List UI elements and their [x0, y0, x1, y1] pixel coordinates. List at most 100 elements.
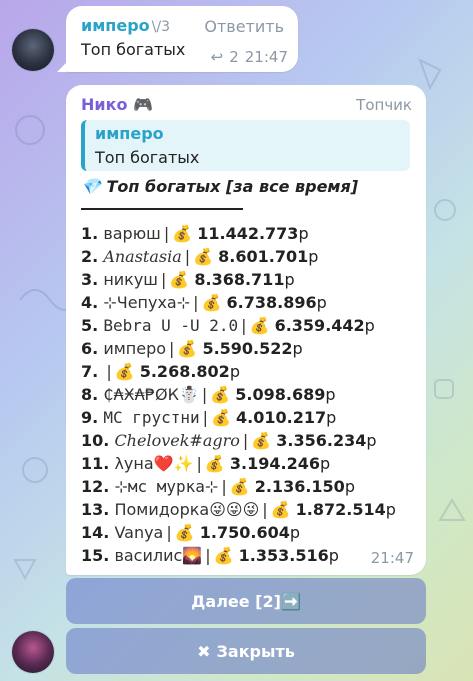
- balance-amount: 1.353.516: [238, 546, 329, 565]
- sender-name[interactable]: Нико 🎮: [81, 95, 153, 114]
- player-name: Помидорка😜😜😜: [114, 500, 260, 519]
- money-bag-icon: 💰: [177, 339, 198, 358]
- balance-amount: 8.368.711: [194, 270, 285, 289]
- reply-quote[interactable]: имперо Топ богатых: [81, 120, 410, 171]
- separator: |: [184, 247, 191, 266]
- balance-amount: 6.738.896: [226, 293, 317, 312]
- player-name: Chelovek#agro: [114, 431, 240, 450]
- balance-amount: 4.010.217: [236, 408, 327, 427]
- message-time: 21:47: [244, 48, 288, 66]
- separator: |: [166, 523, 172, 542]
- separator: |: [241, 316, 247, 335]
- money-bag-icon: 💰: [249, 316, 270, 335]
- separator: |: [221, 477, 227, 496]
- leaderboard-row: 10. Chelovek#agro | 💰 3.356.234р: [81, 429, 396, 452]
- separator: |: [106, 362, 112, 381]
- separator: |: [193, 293, 199, 312]
- rank-number: 5.: [81, 316, 99, 335]
- currency-symbol: р: [292, 339, 303, 358]
- separator: |: [163, 224, 170, 243]
- close-button[interactable]: ✖ Закрыть: [66, 628, 426, 674]
- rank-number: 11.: [81, 454, 110, 473]
- rank-number: 9.: [81, 408, 99, 427]
- next-page-button[interactable]: Далее [2]➡️: [66, 578, 426, 624]
- rank-number: 7.: [81, 362, 99, 381]
- currency-symbol: р: [326, 408, 337, 427]
- currency-symbol: р: [325, 385, 336, 404]
- player-name: Vanya: [114, 523, 164, 542]
- rank-number: 10.: [81, 431, 110, 450]
- bot-message-bubble[interactable]: Нико 🎮 Топчик имперо Топ богатых 💎 Топ б…: [66, 85, 426, 575]
- leaderboard-row: 15. василис🌄 | 💰 1.353.516р: [81, 544, 396, 567]
- close-icon: ✖: [197, 641, 211, 661]
- currency-symbol: р: [364, 316, 375, 335]
- divider: [81, 208, 243, 210]
- leaderboard-list: 1. варюш | 💰 11.442.773р 2. Anastasia | 💰 8.6…: [81, 222, 396, 567]
- money-bag-icon: 💰: [270, 500, 291, 519]
- player-name: Bebra U -U 2.0: [103, 316, 239, 335]
- player-name: λуна❤️✨: [114, 454, 194, 473]
- balance-amount: 3.356.234: [276, 431, 367, 450]
- reply-count: 2: [229, 48, 239, 66]
- money-bag-icon: 💰: [114, 362, 135, 381]
- balance-amount: 5.590.522: [202, 339, 293, 358]
- rank-number: 13.: [81, 500, 110, 519]
- money-bag-icon: 💰: [193, 247, 214, 266]
- leaderboard-row: 13. Помидорка😜😜😜 | 💰 1.872.514р: [81, 498, 396, 521]
- gamepad-icon: 🎮: [133, 95, 153, 114]
- balance-amount: 1.872.514: [295, 500, 386, 519]
- money-bag-icon: 💰: [251, 431, 272, 450]
- quote-sender: имперо: [95, 124, 164, 143]
- balance-amount: 2.136.150: [254, 477, 345, 496]
- avatar[interactable]: [12, 29, 54, 71]
- currency-symbol: р: [284, 270, 295, 289]
- balance-amount: 8.601.701: [218, 247, 309, 266]
- rank-number: 3.: [81, 270, 99, 289]
- currency-symbol: р: [316, 293, 327, 312]
- money-bag-icon: 💰: [204, 454, 225, 473]
- balance-amount: 1.750.604: [199, 523, 290, 542]
- currency-symbol: р: [319, 454, 331, 473]
- reply-link[interactable]: Ответить: [204, 17, 284, 36]
- separator: |: [169, 339, 175, 358]
- money-bag-icon: 💰: [213, 546, 234, 565]
- reply-arrow-icon[interactable]: ↩: [211, 48, 224, 66]
- balance-amount: 6.359.442: [274, 316, 365, 335]
- currency-symbol: р: [366, 431, 377, 450]
- currency-symbol: р: [385, 500, 396, 519]
- leaderboard-row: 9. МС грустни | 💰 4.010.217р: [81, 406, 396, 429]
- leaderboard-row: 2. Anastasia | 💰 8.601.701р: [81, 245, 396, 268]
- player-name: ⊹мс мурка⊹: [114, 477, 219, 496]
- currency-symbol: р: [344, 477, 355, 496]
- player-name: никуш: [103, 270, 158, 289]
- currency-symbol: р: [229, 362, 240, 381]
- leaderboard-row: 11. λуна❤️✨ | 💰 3.194.246р: [81, 452, 396, 475]
- player-name: ₵₳Ӿ₳₱ØК☃️: [103, 385, 199, 404]
- money-bag-icon: 💰: [172, 224, 193, 243]
- leaderboard-row: 7. | 💰 5.268.802р: [81, 360, 396, 383]
- currency-symbol: р: [328, 546, 339, 565]
- balance-amount: 11.442.773: [197, 224, 299, 243]
- rank-number: 2.: [81, 247, 99, 266]
- leaderboard-row: 6. имперо | 💰 5.590.522р: [81, 337, 396, 360]
- money-bag-icon: 💰: [174, 523, 195, 542]
- money-bag-icon: 💰: [169, 270, 190, 289]
- sender-name[interactable]: имперо \/3: [81, 16, 170, 35]
- balance-amount: 5.268.802: [139, 362, 230, 381]
- currency-symbol: р: [289, 523, 301, 542]
- separator: |: [262, 500, 268, 519]
- message-bubble[interactable]: имперо \/3 Ответить Топ богатых ↩ 2 21:47: [66, 6, 298, 72]
- leaderboard-row: 4. ⊹Чепуха⊹ | 💰 6.738.896р: [81, 291, 396, 314]
- avatar[interactable]: [12, 631, 54, 673]
- separator: |: [201, 385, 208, 404]
- admin-badge: Топчик: [356, 96, 412, 114]
- message-meta: ↩ 2 21:47: [211, 48, 288, 66]
- player-name: ⊹Чепуха⊹: [103, 293, 191, 312]
- player-name: варюш: [103, 224, 161, 243]
- rank-number: 6.: [81, 339, 99, 358]
- separator: |: [242, 431, 249, 450]
- leaderboard-row: 14. Vanya | 💰 1.750.604р: [81, 521, 396, 544]
- sender-tag: \/3: [151, 19, 170, 35]
- rank-number: 1.: [81, 224, 99, 243]
- rank-number: 4.: [81, 293, 99, 312]
